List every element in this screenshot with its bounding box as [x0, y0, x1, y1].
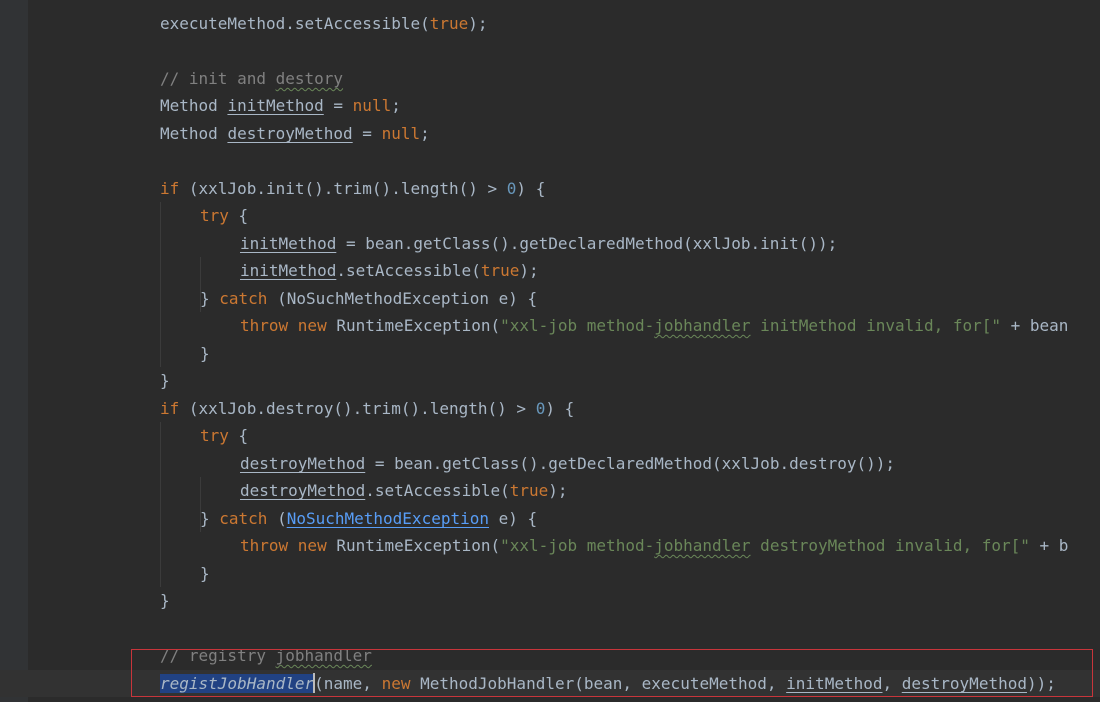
code-line[interactable]: }: [0, 587, 1100, 614]
keyword-token: throw new: [240, 536, 327, 555]
comment-token: // init and: [160, 69, 276, 88]
keyword-token: true: [509, 481, 549, 500]
misspelled-word-token: jobhandler: [654, 316, 751, 335]
code-token: );: [468, 14, 488, 33]
string-token: destroyMethod invalid, for[": [750, 536, 1030, 555]
code-line[interactable]: if (xxlJob.init().trim().length() > 0) {: [0, 175, 1100, 202]
code-line[interactable]: if (xxlJob.destroy().trim().length() > 0…: [0, 395, 1100, 422]
code-line[interactable]: executeMethod.setAccessible(true);: [0, 10, 1100, 37]
misspelled-word-token: destory: [275, 69, 344, 88]
code-token: (NoSuchMethodException e) {: [267, 289, 538, 308]
code-line[interactable]: destroyMethod = bean.getClass().getDecla…: [0, 450, 1100, 477]
code-token: =: [352, 124, 382, 143]
string-token: "xxl-job method-: [500, 536, 655, 555]
code-token: ) {: [516, 179, 546, 198]
keyword-token: throw new: [240, 316, 327, 335]
code-token: e) {: [489, 509, 538, 528]
code-token: ) {: [545, 399, 575, 418]
class-link-token[interactable]: NoSuchMethodException: [287, 509, 489, 528]
keyword-token: null: [352, 96, 392, 115]
code-token: = bean.getClass().getDeclaredMethod(xxlJ…: [365, 454, 896, 473]
field-token: initMethod: [240, 234, 337, 253]
keyword-token: if: [160, 399, 180, 418]
keyword-token: if: [160, 179, 180, 198]
misspelled-word-token: jobhandler: [654, 536, 751, 555]
code-line[interactable]: }: [0, 340, 1100, 367]
code-line[interactable]: destroyMethod.setAccessible(true);: [0, 477, 1100, 504]
field-token: initMethod: [227, 96, 324, 115]
code-token: (xxlJob.destroy().trim().length() >: [179, 399, 536, 418]
code-token: ;: [420, 124, 430, 143]
string-token: "xxl-job method-: [500, 316, 655, 335]
keyword-token: try: [200, 426, 229, 445]
code-line[interactable]: throw new RuntimeException("xxl-job meth…: [0, 312, 1100, 339]
keyword-token: catch: [219, 289, 268, 308]
code-token: }: [200, 564, 210, 583]
code-line[interactable]: }: [0, 560, 1100, 587]
code-line[interactable]: Method initMethod = null;: [0, 92, 1100, 119]
code-token: .setAccessible(: [336, 261, 481, 280]
code-token: (: [267, 509, 287, 528]
keyword-token: null: [381, 124, 421, 143]
code-token: );: [519, 261, 539, 280]
code-line[interactable]: // init and destory: [0, 65, 1100, 92]
code-token: executeMethod.setAccessible(: [160, 14, 430, 33]
code-line[interactable]: initMethod.setAccessible(true);: [0, 257, 1100, 284]
code-token: .setAccessible(: [365, 481, 510, 500]
code-token: }: [160, 371, 170, 390]
string-token: initMethod invalid, for[": [750, 316, 1001, 335]
field-token: destroyMethod: [227, 124, 353, 143]
code-line[interactable]: try {: [0, 202, 1100, 229]
keyword-token: true: [480, 261, 520, 280]
keyword-token: try: [200, 206, 229, 225]
code-token: }: [200, 344, 210, 363]
number-token: 0: [506, 179, 517, 198]
code-token: (xxlJob.init().trim().length() >: [179, 179, 507, 198]
code-editor[interactable]: executeMethod.setAccessible(true);// ini…: [0, 0, 1100, 702]
field-token: destroyMethod: [240, 481, 366, 500]
code-line[interactable]: Method destroyMethod = null;: [0, 120, 1100, 147]
code-token: {: [228, 206, 249, 225]
code-line[interactable]: } catch (NoSuchMethodException e) {: [0, 285, 1100, 312]
code-line[interactable]: }: [0, 367, 1100, 394]
code-line[interactable]: initMethod = bean.getClass().getDeclared…: [0, 230, 1100, 257]
number-token: 0: [535, 399, 546, 418]
code-token: ;: [391, 96, 401, 115]
code-token: }: [160, 591, 170, 610]
code-token: + b: [1029, 536, 1069, 555]
code-line[interactable]: } catch (NoSuchMethodException e) {: [0, 505, 1100, 532]
code-line[interactable]: try {: [0, 422, 1100, 449]
highlight-annotation-box: [131, 649, 1093, 697]
code-token: );: [548, 481, 568, 500]
code-token: RuntimeException(: [326, 536, 501, 555]
keyword-token: true: [429, 14, 469, 33]
code-token: =: [323, 96, 353, 115]
code-token: RuntimeException(: [326, 316, 501, 335]
code-token: {: [228, 426, 249, 445]
code-token: Method: [160, 96, 228, 115]
keyword-token: catch: [219, 509, 268, 528]
code-token: Method: [160, 124, 228, 143]
code-token: + bean: [1001, 316, 1069, 335]
field-token: destroyMethod: [240, 454, 366, 473]
code-token: }: [200, 509, 220, 528]
code-line[interactable]: throw new RuntimeException("xxl-job meth…: [0, 532, 1100, 559]
code-token: }: [200, 289, 220, 308]
field-token: initMethod: [240, 261, 337, 280]
code-token: = bean.getClass().getDeclaredMethod(xxlJ…: [336, 234, 838, 253]
